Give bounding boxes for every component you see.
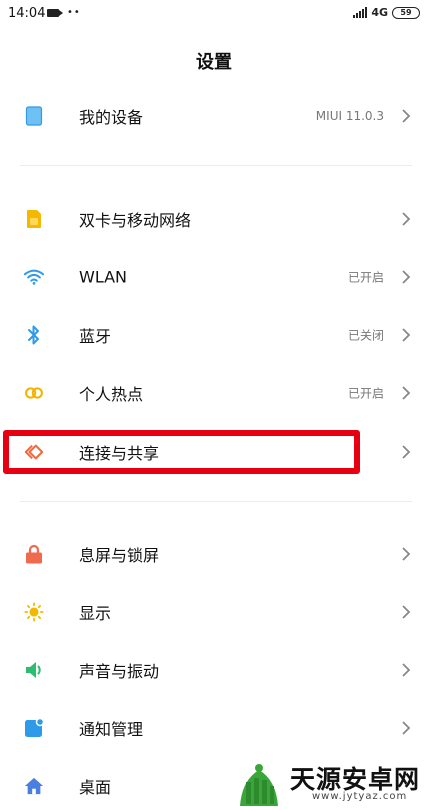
notification-icon	[24, 718, 44, 738]
wifi-icon	[24, 267, 44, 287]
settings-item-label: 双卡与移动网络	[79, 211, 192, 230]
settings-item-value: MIUI 11.0.3	[315, 109, 384, 123]
chevron-right-icon	[402, 605, 411, 619]
settings-item-label: 通知管理	[79, 720, 144, 739]
home-icon	[24, 776, 44, 796]
section-divider	[20, 165, 412, 166]
status-bar: 14:04 •• 4G 59	[0, 0, 428, 30]
settings-item-my-device[interactable]: 我的设备 MIUI 11.0.3	[0, 87, 428, 145]
chevron-right-icon	[402, 721, 411, 735]
lock-icon	[24, 544, 44, 564]
chevron-right-icon	[402, 109, 411, 123]
section-divider	[20, 501, 412, 502]
settings-item-display[interactable]: 显示	[0, 583, 428, 641]
bluetooth-icon	[24, 325, 44, 345]
settings-item-label: WLAN	[79, 267, 128, 287]
hotspot-icon	[24, 383, 44, 403]
chevron-right-icon	[402, 386, 411, 400]
battery-icon: 59	[392, 6, 420, 19]
settings-item-bluetooth[interactable]: 蓝牙 已关闭	[0, 306, 428, 364]
chevron-right-icon	[402, 328, 411, 342]
watermark-url: www.jytyaz.com	[312, 791, 408, 802]
more-notifications-icon: ••	[67, 7, 81, 18]
settings-item-label: 个人热点	[79, 385, 144, 404]
video-camera-icon	[47, 9, 63, 17]
settings-item-dual-sim[interactable]: 双卡与移动网络	[0, 190, 428, 248]
chevron-right-icon	[402, 212, 411, 226]
settings-item-label: 蓝牙	[79, 327, 112, 346]
settings-item-lock-screen[interactable]: 息屏与锁屏	[0, 525, 428, 583]
settings-item-sound[interactable]: 声音与振动	[0, 641, 428, 699]
page-title: 设置	[196, 52, 232, 73]
chevron-right-icon	[402, 547, 411, 561]
settings-item-label: 声音与振动	[79, 662, 160, 681]
chevron-right-icon	[402, 445, 411, 459]
network-type: 4G	[371, 6, 388, 19]
settings-item-value: 已关闭	[347, 328, 384, 343]
android-logo-icon	[240, 764, 278, 806]
sun-icon	[24, 602, 44, 622]
settings-item-wlan[interactable]: WLAN 已开启	[0, 248, 428, 306]
highlight-annotation-box	[3, 430, 360, 474]
device-icon	[24, 106, 44, 126]
settings-item-value: 已开启	[347, 386, 384, 401]
chevron-right-icon	[402, 663, 411, 677]
settings-item-label: 显示	[79, 604, 112, 623]
settings-item-hotspot[interactable]: 个人热点 已开启	[0, 364, 428, 422]
status-time: 14:04	[8, 6, 46, 21]
settings-item-label: 桌面	[79, 778, 112, 797]
settings-item-value: 已开启	[347, 270, 384, 285]
settings-item-label: 我的设备	[79, 108, 144, 127]
speaker-icon	[24, 660, 44, 680]
settings-item-notifications[interactable]: 通知管理	[0, 699, 428, 757]
chevron-right-icon	[402, 270, 411, 284]
signal-icon	[353, 7, 368, 18]
site-watermark: 天源安卓网 www.jytyaz.com	[224, 758, 428, 810]
settings-item-label: 息屏与锁屏	[79, 546, 160, 565]
sim-card-icon	[24, 209, 44, 229]
